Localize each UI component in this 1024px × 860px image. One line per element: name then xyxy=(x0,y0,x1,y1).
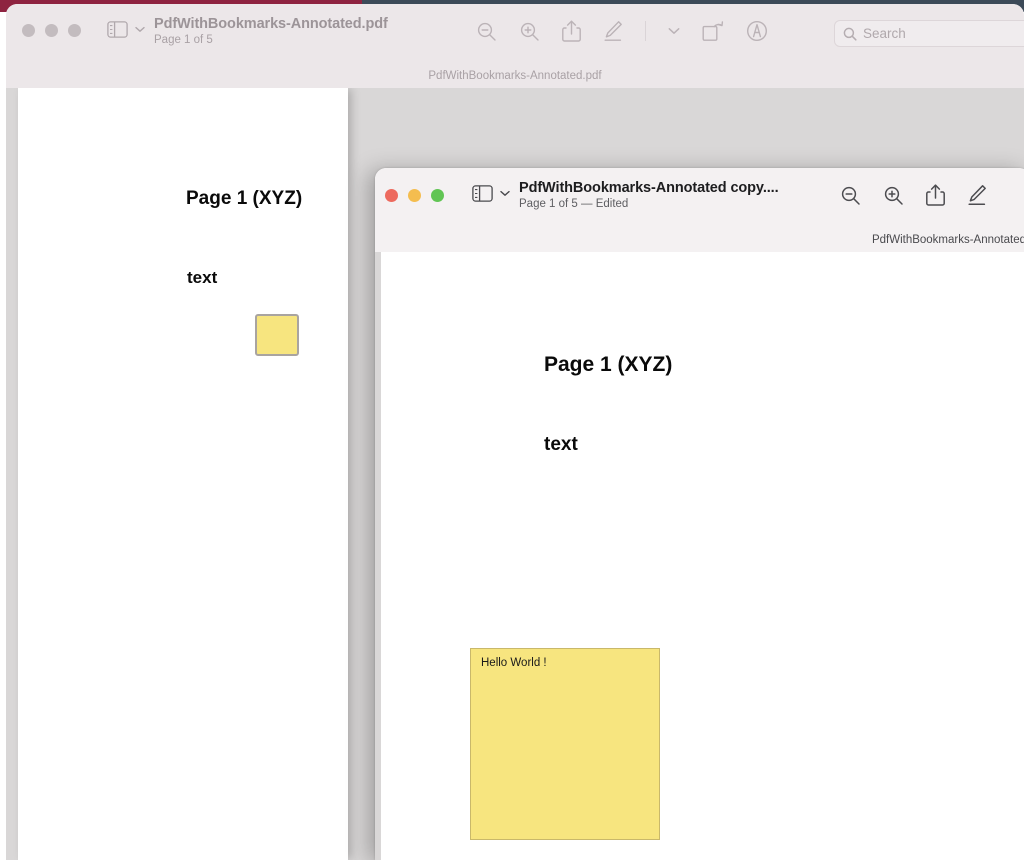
pdf-page-front[interactable]: Page 1 (XYZ) text Hello World ! xyxy=(381,252,1024,860)
pdf-page-back[interactable]: Page 1 (XYZ) text xyxy=(18,88,348,860)
zoom-button[interactable] xyxy=(68,24,81,37)
screen: PdfWithBookmarks-Annotated.pdf Page 1 of… xyxy=(0,0,1024,860)
note-text: Hello World ! xyxy=(481,657,547,669)
minimize-button[interactable] xyxy=(408,189,421,202)
annotate-icon[interactable] xyxy=(746,20,768,42)
pdf-body-text: text xyxy=(187,268,218,287)
front-window-titlebar[interactable]: PdfWithBookmarks-Annotated copy.... Page… xyxy=(375,168,1024,252)
sidebar-icon[interactable] xyxy=(107,21,128,38)
back-window-toolbar[interactable] xyxy=(476,20,768,42)
chevron-down-icon[interactable] xyxy=(668,27,680,35)
zoom-in-icon[interactable] xyxy=(519,21,540,42)
front-window-traffic-lights[interactable] xyxy=(385,189,444,202)
window-subtitle: Page 1 of 5 xyxy=(154,34,213,46)
close-button[interactable] xyxy=(22,24,35,37)
minimize-button[interactable] xyxy=(45,24,58,37)
sidebar-toggle-control[interactable] xyxy=(107,21,145,38)
pdf-heading: Page 1 (XYZ) xyxy=(186,188,303,209)
front-window-title-block: PdfWithBookmarks-Annotated copy.... Page… xyxy=(519,179,779,212)
back-window-traffic-lights[interactable] xyxy=(22,24,81,37)
markup-pen-icon[interactable] xyxy=(967,184,987,206)
sidebar-icon[interactable] xyxy=(472,185,493,202)
toolbar-divider xyxy=(645,21,646,41)
search-icon xyxy=(843,27,857,41)
close-button[interactable] xyxy=(385,189,398,202)
pdf-body-text: text xyxy=(544,434,578,455)
collapsed-note-annotation[interactable] xyxy=(255,314,299,356)
back-window-titlebar[interactable]: PdfWithBookmarks-Annotated.pdf Page 1 of… xyxy=(6,4,1024,88)
front-window-proxy-title-bar: PdfWithBookmarks-Annotated xyxy=(375,228,1024,252)
markup-pen-icon[interactable] xyxy=(603,20,623,42)
window-title: PdfWithBookmarks-Annotated.pdf xyxy=(154,16,388,32)
expanded-note-annotation[interactable]: Hello World ! xyxy=(470,648,660,840)
chevron-down-icon[interactable] xyxy=(500,190,510,197)
front-window-content[interactable]: Page 1 (XYZ) text Hello World ! xyxy=(375,252,1024,860)
proxy-title: PdfWithBookmarks-Annotated xyxy=(871,234,1024,246)
zoom-in-icon[interactable] xyxy=(883,185,904,206)
window-title: PdfWithBookmarks-Annotated copy.... xyxy=(519,180,779,196)
share-icon[interactable] xyxy=(562,20,581,42)
search-placeholder: Search xyxy=(863,26,906,41)
zoom-out-icon[interactable] xyxy=(476,21,497,42)
proxy-title: PdfWithBookmarks-Annotated.pdf xyxy=(428,70,602,82)
zoom-out-icon[interactable] xyxy=(840,185,861,206)
search-field[interactable]: Search xyxy=(834,20,1024,47)
chevron-down-icon[interactable] xyxy=(135,26,145,33)
pdf-heading: Page 1 (XYZ) xyxy=(544,353,673,376)
zoom-button[interactable] xyxy=(431,189,444,202)
back-window-title-block: PdfWithBookmarks-Annotated.pdf Page 1 of… xyxy=(154,15,388,48)
window-subtitle: Page 1 of 5 — Edited xyxy=(519,198,629,210)
share-icon[interactable] xyxy=(926,184,945,206)
sidebar-toggle-control[interactable] xyxy=(472,185,510,202)
back-window-proxy-title-bar: PdfWithBookmarks-Annotated.pdf xyxy=(6,64,1024,88)
rotate-right-icon[interactable] xyxy=(702,20,724,42)
front-window-toolbar[interactable] xyxy=(840,184,987,206)
preview-window-foreground[interactable]: PdfWithBookmarks-Annotated copy.... Page… xyxy=(375,168,1024,860)
